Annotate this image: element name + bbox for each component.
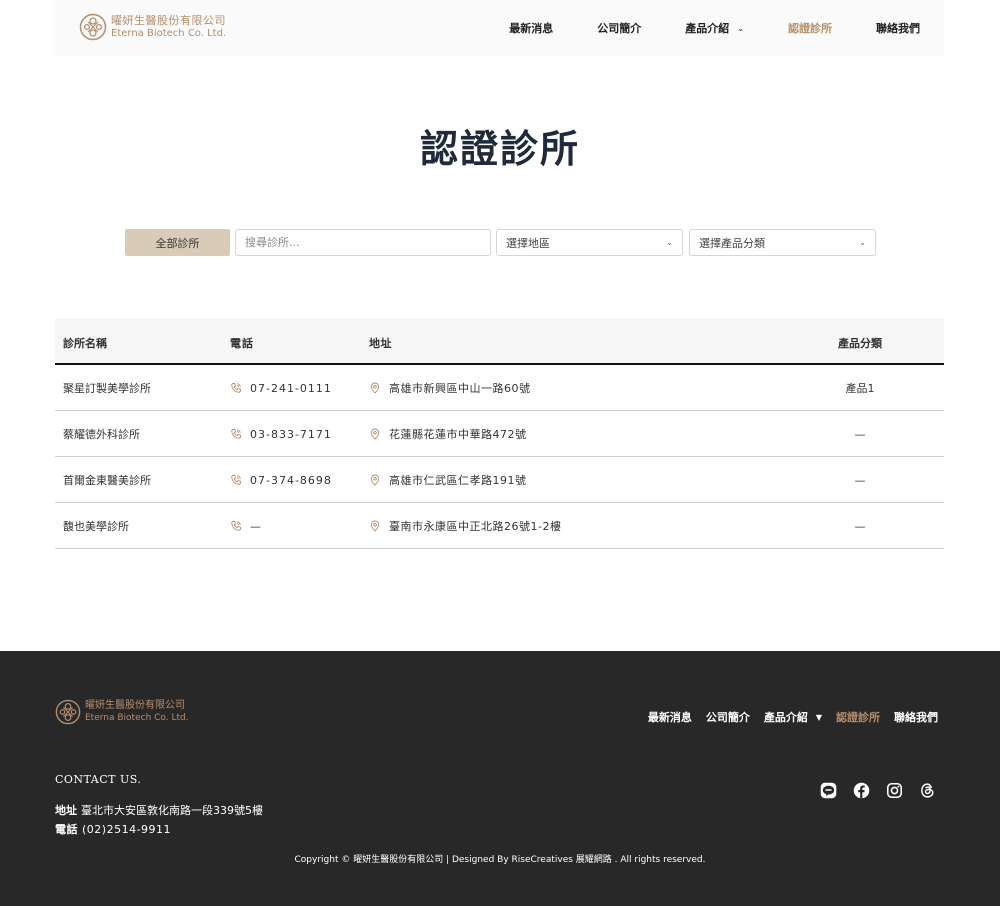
phone-icon: [231, 383, 241, 393]
nav-item-contact[interactable]: 聯絡我們: [876, 20, 920, 36]
footer-nav-item-clinics[interactable]: 認證診所: [836, 709, 880, 725]
nav-item-products[interactable]: 產品介紹 ⌄: [685, 20, 744, 36]
footer-nav-label: 產品介紹: [763, 711, 808, 724]
region-select-label: 選擇地區: [506, 236, 550, 250]
nav-label: 產品介紹: [685, 22, 730, 35]
footer-nav-label: 聯絡我們: [894, 711, 938, 724]
clinic-address-cell: 高雄市新興區中山一路60號: [369, 365, 531, 411]
clinic-phone[interactable]: 07-241-0111: [250, 382, 332, 395]
product-category-select[interactable]: 選擇產品分類 ⌄: [689, 229, 876, 256]
header-phone: 電話: [230, 337, 254, 350]
all-clinics-button[interactable]: 全部診所: [125, 229, 230, 256]
location-pin-icon: [370, 474, 380, 486]
header-address: 地址: [369, 337, 392, 350]
line-icon[interactable]: [820, 782, 837, 799]
contact-address: 地址 臺北市大安區敦化南路一段339號5樓: [55, 802, 263, 818]
footer-nav-item-contact[interactable]: 聯絡我們: [894, 709, 938, 725]
footer-nav: 最新消息 公司簡介 產品介紹 ▼ 認證診所 聯絡我們: [634, 709, 938, 725]
threads-icon[interactable]: [919, 782, 936, 799]
clinic-address-cell: 花蓮縣花蓮市中華路472號: [369, 411, 527, 457]
nav-label: 聯絡我們: [876, 22, 920, 35]
footer-brand-name-en: Eterna Biotech Co. Ltd.: [85, 713, 189, 723]
clinic-category: —: [854, 519, 866, 533]
brand-name-en: Eterna Biotech Co. Ltd.: [111, 28, 227, 39]
chevron-down-icon: ⌄: [859, 238, 866, 247]
nav-item-clinics[interactable]: 認證診所: [788, 20, 832, 36]
clinic-name: 聚星訂製美學診所: [63, 382, 151, 395]
chevron-down-icon: ⌄: [737, 23, 744, 33]
clinic-name: 馥也美學診所: [63, 520, 129, 533]
clinic-phone-cell: 03-833-7171: [230, 411, 332, 457]
social-links: [804, 782, 936, 799]
page-title: 認證診所: [419, 126, 580, 171]
main-nav: 最新消息 公司簡介 產品介紹 ⌄ 認證診所 聯絡我們: [465, 0, 920, 56]
location-pin-icon: [370, 520, 380, 532]
footer-nav-label: 認證診所: [836, 711, 880, 724]
table-header: 診所名稱 電話 地址 產品分類: [55, 318, 944, 365]
facebook-icon[interactable]: [853, 782, 870, 799]
location-pin-icon: [370, 428, 380, 440]
nav-label: 公司簡介: [597, 22, 642, 35]
footer-nav-label: 最新消息: [647, 711, 692, 724]
tel-value[interactable]: (02)2514-9911: [82, 823, 171, 836]
region-select[interactable]: 選擇地區 ⌄: [496, 229, 683, 256]
clinic-category: —: [854, 473, 866, 487]
footer-nav-item-news[interactable]: 最新消息: [648, 709, 692, 725]
footer-nav-label: 公司簡介: [705, 711, 750, 724]
nav-label: 認證診所: [788, 22, 832, 35]
header-name: 診所名稱: [63, 337, 107, 350]
logo-mark-icon: [79, 13, 107, 41]
caret-down-icon: ▼: [815, 712, 822, 722]
contact-title: CONTACT US.: [55, 773, 142, 786]
chevron-down-icon: ⌄: [666, 238, 673, 247]
instagram-icon[interactable]: [886, 782, 903, 799]
clinic-phone-cell: 07-241-0111: [230, 365, 332, 411]
nav-label: 最新消息: [509, 22, 554, 35]
brand-name-cn: 曜妍生醫股份有限公司: [111, 14, 226, 27]
footer-brand-logo[interactable]: 曜妍生醫股份有限公司 Eterna Biotech Co. Ltd.: [55, 699, 189, 725]
footer-nav-item-products[interactable]: 產品介紹 ▼: [764, 709, 822, 725]
clinic-address: 高雄市新興區中山一路60號: [389, 382, 531, 395]
clinic-phone-cell: 07-374-8698: [230, 457, 332, 503]
product-select-label: 選擇產品分類: [699, 236, 765, 250]
clinic-address: 臺南市永康區中正北路26號1-2樓: [389, 520, 562, 533]
clinics-table: 診所名稱 電話 地址 產品分類 聚星訂製美學診所 07-241-0111 高雄市…: [55, 318, 944, 549]
table-row: 聚星訂製美學診所 07-241-0111 高雄市新興區中山一路60號 產品1: [55, 365, 944, 411]
clinic-name: 蔡耀德外科診所: [63, 428, 140, 441]
address-value: 臺北市大安區敦化南路一段339號5樓: [81, 804, 263, 817]
tel-label: 電話: [55, 823, 78, 836]
clinic-address-cell: 臺南市永康區中正北路26號1-2樓: [369, 503, 561, 549]
location-pin-icon: [370, 382, 380, 394]
site-footer: 曜妍生醫股份有限公司 Eterna Biotech Co. Ltd. 最新消息 …: [0, 651, 1000, 906]
contact-phone: 電話 (02)2514-9911: [55, 821, 171, 837]
nav-item-about[interactable]: 公司簡介: [597, 20, 641, 36]
clinic-address-cell: 高雄市仁武區仁孝路191號: [369, 457, 527, 503]
brand-logo[interactable]: 曜妍生醫股份有限公司 Eterna Biotech Co. Ltd.: [79, 13, 226, 41]
clinic-phone: —: [250, 519, 262, 533]
footer-nav-item-about[interactable]: 公司簡介: [706, 709, 750, 725]
clinic-category: —: [854, 427, 866, 441]
table-row: 蔡耀德外科診所 03-833-7171 花蓮縣花蓮市中華路472號 —: [55, 411, 944, 457]
footer-brand-name-cn: 曜妍生醫股份有限公司: [85, 700, 185, 711]
nav-item-news[interactable]: 最新消息: [509, 20, 553, 36]
site-header: 曜妍生醫股份有限公司 Eterna Biotech Co. Ltd. 最新消息 …: [55, 0, 944, 56]
header-category: 產品分類: [838, 337, 882, 350]
clinic-phone-cell: —: [230, 503, 262, 549]
phone-icon: [231, 429, 241, 439]
search-input[interactable]: [235, 229, 491, 256]
table-row: 馥也美學診所 — 臺南市永康區中正北路26號1-2樓 —: [55, 503, 944, 549]
clinic-phone[interactable]: 07-374-8698: [250, 474, 332, 487]
phone-icon: [231, 521, 241, 531]
clinic-address: 花蓮縣花蓮市中華路472號: [389, 428, 527, 441]
phone-icon: [231, 475, 241, 485]
table-row: 首爾金東醫美診所 07-374-8698 高雄市仁武區仁孝路191號 —: [55, 457, 944, 503]
logo-mark-icon: [55, 699, 81, 725]
address-label: 地址: [55, 804, 77, 817]
clinic-address: 高雄市仁武區仁孝路191號: [389, 474, 527, 487]
copyright-text: Copyright © 曜妍生醫股份有限公司 | Designed By Ris…: [294, 855, 706, 865]
clinic-phone[interactable]: 03-833-7171: [250, 428, 332, 441]
clinic-name: 首爾金東醫美診所: [63, 474, 151, 487]
clinic-category: 產品1: [845, 382, 875, 395]
